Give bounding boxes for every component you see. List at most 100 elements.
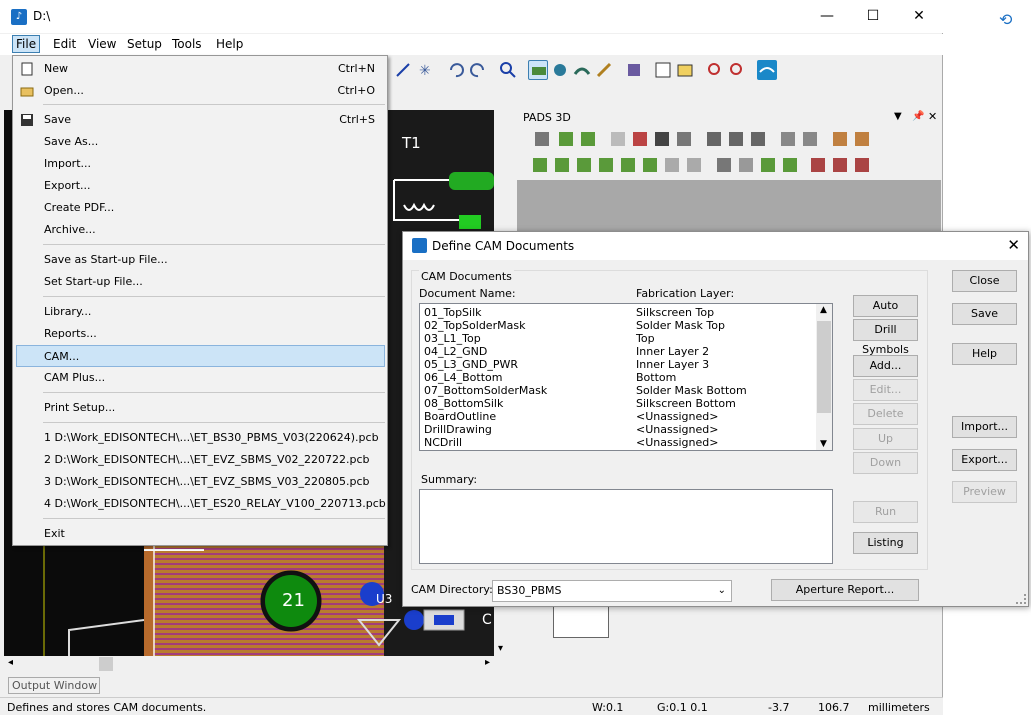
scroll-up-icon[interactable]: ▲ [820, 305, 827, 315]
board-tool-icon[interactable] [528, 60, 548, 80]
recent-file-4[interactable]: 4 D:\Work_EDISONTECH\...\ET_ES20_RELAY_V… [13, 493, 387, 515]
redo-icon[interactable] [468, 60, 488, 80]
verify-design-icon[interactable] [727, 60, 747, 80]
save-button[interactable]: Save [952, 303, 1017, 325]
pads3d-title: PADS 3D [523, 111, 571, 124]
status-units: millimeters [868, 701, 930, 714]
star-tool-icon[interactable]: ✳ [416, 60, 436, 80]
drill-symbols-button[interactable]: Drill Symbols [853, 319, 918, 356]
pcb-horizontal-scrollbar[interactable]: ◂ ▸ [4, 656, 494, 672]
undo-icon[interactable] [446, 60, 466, 80]
menu-item-export[interactable]: Export... [13, 175, 387, 197]
router-link-icon[interactable] [757, 60, 777, 80]
cam-directory-select[interactable]: BS30_PBMS ⌄ [492, 580, 732, 602]
recent-file-3[interactable]: 3 D:\Work_EDISONTECH\...\ET_EVZ_SBMS_V03… [13, 471, 387, 493]
pour-tool-icon[interactable] [624, 60, 644, 80]
menu-view[interactable]: View [88, 37, 116, 51]
list-item[interactable]: NCDrill <Unassigned> [420, 436, 816, 449]
verify-tool-icon[interactable] [705, 60, 725, 80]
list-item[interactable]: 08_BottomSilk Silkscreen Bottom [420, 397, 816, 410]
menu-item-cam-plus[interactable]: CAM Plus... [13, 367, 387, 389]
route-tool-icon[interactable] [550, 60, 570, 80]
dialog-title: Define CAM Documents [432, 239, 575, 253]
hscroll-thumb[interactable] [99, 657, 113, 671]
menu-item-set-startup[interactable]: Set Start-up File... [13, 271, 387, 293]
menu-item-create-pdf[interactable]: Create PDF... [13, 197, 387, 219]
dialog-close-icon[interactable]: ✕ [1007, 236, 1020, 254]
list-item[interactable]: 01_TopSilk Silkscreen Top [420, 306, 816, 319]
menu-item-save-startup[interactable]: Save as Start-up File... [13, 249, 387, 271]
pane-menu-icon[interactable]: ▼ [894, 111, 902, 122]
menu-item-import[interactable]: Import... [13, 153, 387, 175]
edit-button[interactable]: Edit... [853, 379, 918, 401]
pin-icon[interactable]: 📌 [912, 111, 924, 122]
menu-item-save[interactable]: Save Ctrl+S [13, 109, 387, 131]
resize-grip-icon[interactable] [1016, 594, 1026, 604]
open-folder-icon [20, 84, 34, 98]
list-item[interactable]: 03_L1_Top Top [420, 332, 816, 345]
list-item[interactable]: 04_L2_GND Inner Layer 2 [420, 345, 816, 358]
report-tool-icon[interactable] [653, 60, 673, 80]
brush-tool-icon[interactable] [594, 60, 614, 80]
cam-directory-label: CAM Directory: [411, 583, 493, 596]
menu-item-cam[interactable]: CAM... [16, 345, 385, 367]
up-button[interactable]: Up [853, 428, 918, 450]
menu-item-open[interactable]: Open... Ctrl+O [13, 80, 387, 102]
menu-item-reports[interactable]: Reports... [13, 323, 387, 345]
summary-box[interactable] [419, 489, 833, 564]
menu-item-new[interactable]: New Ctrl+N [13, 58, 387, 80]
title-bar: ♪ D:\ — ☐ ✕ [0, 0, 943, 33]
list-item[interactable]: 06_L4_Bottom Bottom [420, 371, 816, 384]
list-item[interactable]: 02_TopSolderMask Solder Mask Top [420, 319, 816, 332]
list-item[interactable]: 05_L3_GND_PWR Inner Layer 3 [420, 358, 816, 371]
output-window-tab[interactable]: Output Window [8, 677, 100, 694]
drafting-tool-icon[interactable] [572, 60, 592, 80]
menu-item-archive[interactable]: Archive... [13, 219, 387, 241]
status-bar: Defines and stores CAM documents. W:0.1 … [0, 697, 943, 715]
list-scrollbar[interactable]: ▲ ▼ [816, 304, 832, 450]
listing-button[interactable]: Listing [853, 532, 918, 554]
minimize-button[interactable]: — [812, 6, 842, 26]
add-button[interactable]: Add... [853, 355, 918, 377]
list-item[interactable]: 07_BottomSolderMask Solder Mask Bottom [420, 384, 816, 397]
menu-help[interactable]: Help [216, 37, 243, 51]
cam-documents-list[interactable]: 01_TopSilk Silkscreen Top 02_TopSolderMas… [419, 303, 833, 451]
menu-item-print-setup[interactable]: Print Setup... [13, 397, 387, 419]
document-name-header: Document Name: [419, 287, 516, 300]
menu-item-save-as[interactable]: Save As... [13, 131, 387, 153]
recent-file-1[interactable]: 1 D:\Work_EDISONTECH\...\ET_BS30_PBMS_V0… [13, 427, 387, 449]
line-tool-icon[interactable] [393, 60, 413, 80]
export-button[interactable]: Export... [952, 449, 1017, 471]
scroll-down-icon[interactable]: ▾ [498, 643, 503, 654]
zoom-icon[interactable] [498, 60, 518, 80]
chevron-down-icon: ⌄ [717, 585, 726, 596]
aperture-report-button[interactable]: Aperture Report... [771, 579, 919, 601]
pane-close-icon[interactable]: ✕ [928, 110, 937, 123]
list-scroll-thumb[interactable] [817, 321, 831, 413]
preview-button[interactable]: Preview [952, 481, 1017, 503]
menu-edit[interactable]: Edit [53, 37, 76, 51]
list-item[interactable]: DrillDrawing <Unassigned> [420, 423, 816, 436]
close-button[interactable]: Close [952, 270, 1017, 292]
recent-file-2[interactable]: 2 D:\Work_EDISONTECH\...\ET_EVZ_SBMS_V02… [13, 449, 387, 471]
auto-define-button[interactable]: Auto Define [853, 295, 918, 332]
snip-tool-icon[interactable]: ⟲ [999, 10, 1019, 30]
layer-tool-icon[interactable] [675, 60, 695, 80]
scroll-left-icon[interactable]: ◂ [8, 657, 13, 668]
cam-directory-value: BS30_PBMS [497, 584, 562, 597]
maximize-button[interactable]: ☐ [858, 6, 888, 26]
menu-setup[interactable]: Setup [127, 37, 162, 51]
import-button[interactable]: Import... [952, 416, 1017, 438]
menu-item-library[interactable]: Library... [13, 301, 387, 323]
menu-tools[interactable]: Tools [172, 37, 202, 51]
list-item[interactable]: BoardOutline <Unassigned> [420, 410, 816, 423]
down-button[interactable]: Down [853, 452, 918, 474]
scroll-down-icon[interactable]: ▼ [820, 439, 827, 449]
menu-file[interactable]: File [12, 35, 41, 53]
help-button[interactable]: Help [952, 343, 1017, 365]
scroll-right-icon[interactable]: ▸ [485, 657, 490, 668]
close-window-button[interactable]: ✕ [904, 6, 934, 26]
delete-button[interactable]: Delete [853, 403, 918, 425]
menu-item-exit[interactable]: Exit [13, 523, 387, 545]
run-button[interactable]: Run [853, 501, 918, 523]
